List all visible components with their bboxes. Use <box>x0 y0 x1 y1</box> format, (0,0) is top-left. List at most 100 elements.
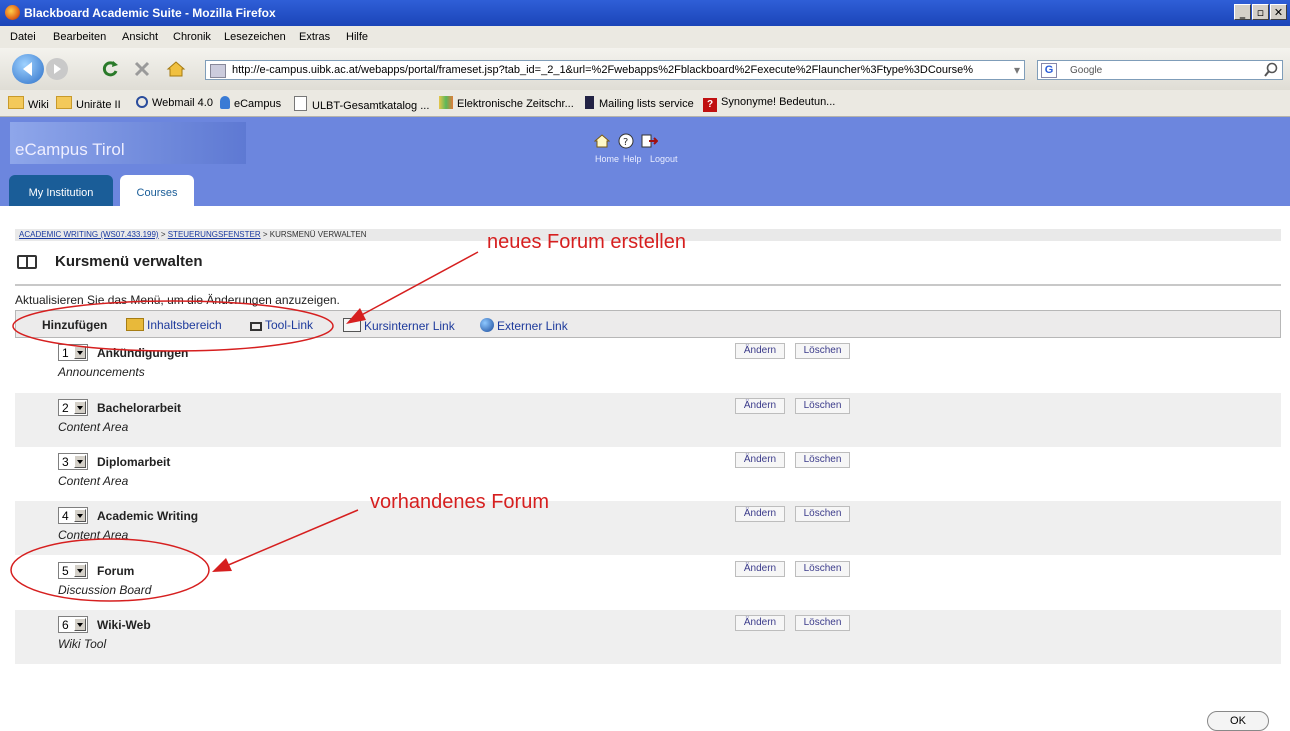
row-name: Bachelorarbeit <box>97 401 182 415</box>
order-select[interactable]: 4 <box>58 507 88 524</box>
bookmark-ulbt[interactable]: ULBT-Gesamtkatalog ... <box>294 96 429 112</box>
chevron-down-icon <box>74 509 86 522</box>
menu-row: 6 Wiki-Web Wiki Tool Ändern Löschen <box>15 610 1281 664</box>
order-select[interactable]: 6 <box>58 616 88 633</box>
forward-arrow-icon <box>54 64 61 74</box>
window-title-bar: Blackboard Academic Suite - Mozilla Fire… <box>0 0 1290 26</box>
url-text: http://e-campus.uibk.ac.at/webapps/porta… <box>232 64 974 76</box>
delete-button[interactable]: Löschen <box>795 398 850 414</box>
chevron-down-icon <box>74 618 86 631</box>
add-course-link[interactable]: Kursinterner Link <box>343 318 455 333</box>
menu-row: 4 Academic Writing Content Area Ändern L… <box>15 501 1281 555</box>
delete-button[interactable]: Löschen <box>795 561 850 577</box>
row-type: Content Area <box>58 474 129 488</box>
breadcrumb-course[interactable]: ACADEMIC WRITING (WS07.433.199) <box>19 230 159 239</box>
row-name: Ankündigungen <box>97 346 189 360</box>
help-icon[interactable]: ? <box>618 133 634 149</box>
logout-link[interactable]: Logout <box>650 154 678 164</box>
menu-chronik[interactable]: Chronik <box>173 31 211 43</box>
page-title: Kursmenü verwalten <box>55 253 203 270</box>
home-link[interactable]: Home <box>595 154 619 164</box>
mailing-icon <box>585 96 594 109</box>
bookmark-ecampus[interactable]: eCampus <box>220 96 281 110</box>
search-input[interactable]: G Google <box>1037 60 1283 80</box>
page-icon <box>294 96 307 111</box>
order-select[interactable]: 3 <box>58 453 88 470</box>
delete-button[interactable]: Löschen <box>795 452 850 468</box>
menu-row: 5 Forum Discussion Board Ändern Löschen <box>15 556 1281 610</box>
menu-row: 1 Ankündigungen Announcements Ändern Lös… <box>15 338 1281 392</box>
menu-lesezeichen[interactable]: Lesezeichen <box>224 31 286 43</box>
folder-icon <box>56 96 72 109</box>
order-select[interactable]: 2 <box>58 399 88 416</box>
minimize-button[interactable]: _ <box>1234 4 1251 20</box>
row-type: Content Area <box>58 528 129 542</box>
close-button[interactable]: ✕ <box>1270 4 1287 20</box>
help-link[interactable]: Help <box>623 154 642 164</box>
bookmark-ezeitschriften[interactable]: Elektronische Zeitschr... <box>439 96 574 110</box>
svg-text:?: ? <box>623 137 628 148</box>
delete-button[interactable]: Löschen <box>795 615 850 631</box>
delete-button[interactable]: Löschen <box>795 506 850 522</box>
url-bar[interactable]: http://e-campus.uibk.ac.at/webapps/porta… <box>205 60 1025 80</box>
edit-button[interactable]: Ändern <box>735 398 785 414</box>
synonyme-icon: ? <box>703 98 717 112</box>
bb-header: eCampus Tirol ? Home Help Logout My Inst… <box>0 117 1290 206</box>
bookmark-webmail[interactable]: Webmail 4.0 <box>136 96 213 109</box>
breadcrumb-current: KURSMENÜ VERWALTEN <box>269 230 367 239</box>
webmail-icon <box>136 96 148 108</box>
home-icon[interactable] <box>166 59 186 79</box>
logout-icon[interactable] <box>640 133 658 149</box>
navigation-toolbar: http://e-campus.uibk.ac.at/webapps/porta… <box>0 48 1290 90</box>
tab-my-institution[interactable]: My Institution <box>9 175 113 206</box>
forward-button[interactable] <box>46 58 68 80</box>
divider <box>15 284 1281 286</box>
ecampus-icon <box>220 96 230 109</box>
order-select[interactable]: 1 <box>58 344 88 361</box>
edit-button[interactable]: Ändern <box>735 506 785 522</box>
edit-button[interactable]: Ändern <box>735 452 785 468</box>
bookmarks-toolbar: Wiki Uniräte II Webmail 4.0 eCampus ULBT… <box>0 90 1290 117</box>
edit-button[interactable]: Ändern <box>735 343 785 359</box>
row-type: Wiki Tool <box>58 637 107 651</box>
breadcrumb-control-panel[interactable]: STEUERUNGSFENSTER <box>168 230 261 239</box>
dropdown-icon[interactable]: ▾ <box>1014 63 1020 77</box>
stop-icon[interactable] <box>133 60 151 78</box>
edit-button[interactable]: Ändern <box>735 615 785 631</box>
ok-button[interactable]: OK <box>1207 711 1269 731</box>
delete-button[interactable]: Löschen <box>795 343 850 359</box>
row-type: Announcements <box>58 365 145 379</box>
menu-extras[interactable]: Extras <box>299 31 330 43</box>
back-arrow-icon <box>23 62 32 76</box>
menu-datei[interactable]: Datei <box>10 31 36 43</box>
chevron-down-icon <box>74 401 86 414</box>
menu-bearbeiten[interactable]: Bearbeiten <box>53 31 106 43</box>
chevron-down-icon <box>74 346 86 359</box>
tab-courses[interactable]: Courses <box>120 175 194 206</box>
add-label: Hinzufügen <box>42 318 108 332</box>
home-icon[interactable] <box>594 133 610 149</box>
folder-icon <box>8 96 24 109</box>
order-select[interactable]: 5 <box>58 562 88 579</box>
bookmark-wiki[interactable]: Wiki <box>8 96 49 111</box>
menu-hilfe[interactable]: Hilfe <box>346 31 368 43</box>
bookmark-synonyme[interactable]: ? Synonyme! Bedeutun... <box>703 96 835 112</box>
edit-button[interactable]: Ändern <box>735 561 785 577</box>
globe-icon <box>480 318 494 332</box>
row-name: Wiki-Web <box>97 618 151 632</box>
site-icon <box>210 64 226 78</box>
google-icon[interactable]: G <box>1041 63 1057 78</box>
menu-row: 3 Diplomarbeit Content Area Ändern Lösch… <box>15 447 1281 501</box>
maximize-button[interactable]: ▫ <box>1252 4 1269 20</box>
menu-ansicht[interactable]: Ansicht <box>122 31 158 43</box>
back-button[interactable] <box>12 54 44 84</box>
ecampus-logo[interactable]: eCampus Tirol <box>10 122 246 164</box>
bookmark-uniraete[interactable]: Uniräte II <box>56 96 121 111</box>
search-icon[interactable] <box>1263 62 1279 78</box>
reload-icon[interactable] <box>100 59 120 79</box>
add-content-area-link[interactable]: Inhaltsbereich <box>126 318 222 332</box>
bookmark-mailinglists[interactable]: Mailing lists service <box>585 96 694 110</box>
tool-link-icon <box>250 322 262 331</box>
add-tool-link[interactable]: Tool-Link <box>250 318 313 332</box>
add-external-link[interactable]: Externer Link <box>480 318 568 333</box>
